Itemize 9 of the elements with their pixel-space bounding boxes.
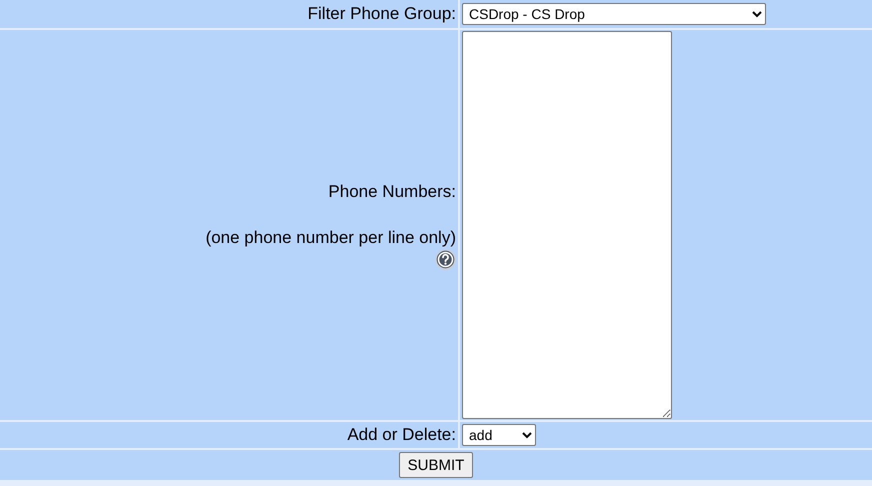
group-dropdown[interactable]: CSDrop - CS Drop <box>462 3 766 25</box>
submit-button[interactable]: SUBMIT <box>398 452 474 478</box>
field-label: Add or Delete: <box>347 425 456 445</box>
field-label: Filter Phone Group: <box>308 4 456 24</box>
help-icon[interactable] <box>435 249 456 270</box>
field-label: Phone Numbers: <box>328 181 456 203</box>
action-dropdown[interactable]: add <box>462 424 536 446</box>
hint-text: (one phone number per line only) <box>206 227 456 249</box>
phone-numbers-field[interactable] <box>462 31 672 419</box>
